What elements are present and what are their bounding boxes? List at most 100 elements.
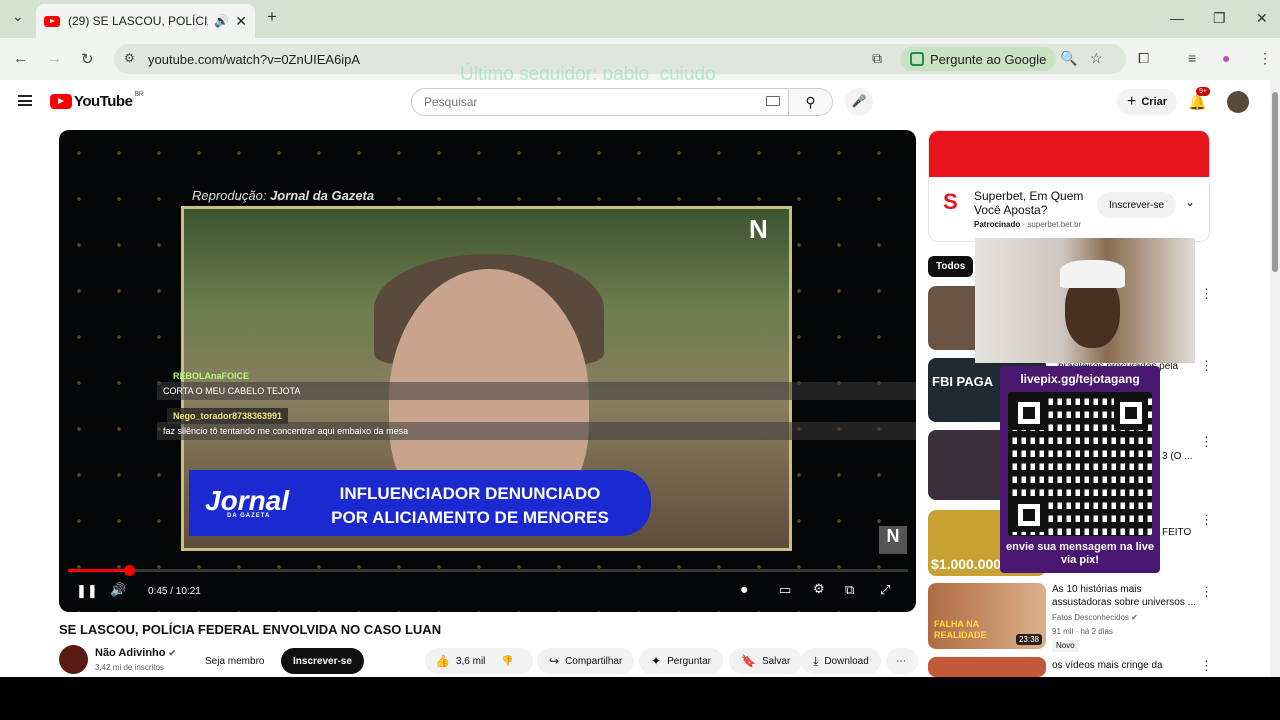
rec-more-icon[interactable]: ⋮ — [1200, 286, 1213, 302]
forward-icon[interactable]: → — [47, 50, 62, 67]
rec-more-icon[interactable]: ⋮ — [1200, 512, 1213, 528]
rec-title[interactable]: os vídeos mais cringe da — [1052, 659, 1197, 672]
chip-all[interactable]: Todos — [928, 256, 974, 277]
qr-caption: envie sua mensagem na live via pix! — [1006, 541, 1154, 566]
progress-bar[interactable] — [68, 565, 908, 576]
thumb-text: FBI PAGA — [932, 374, 994, 389]
thumbs-up-icon: 👍 — [435, 654, 450, 668]
qr-url: livepix.gg/tejotagang — [1020, 372, 1140, 386]
channel-watermark-small: N — [879, 526, 907, 554]
taskbar-area — [0, 677, 1280, 720]
rec-thumbnail[interactable]: FALHA NA REALIDADE 23:38 — [928, 583, 1046, 649]
channel-name[interactable]: Não Adivinho ✔ — [95, 647, 176, 659]
rec-title[interactable]: 3 (O ... — [1162, 450, 1202, 463]
streamer-cap — [1060, 260, 1125, 288]
audio-icon[interactable]: 🔊 — [214, 14, 229, 28]
like-button[interactable]: 👍 3,6 mil 👎 — [425, 648, 533, 674]
new-tab-icon[interactable]: + — [267, 7, 277, 27]
install-icon[interactable]: ⧉ — [872, 50, 882, 67]
youtube-play-icon — [50, 94, 72, 109]
youtube-logo[interactable]: YouTube BR — [50, 91, 144, 110]
pause-icon[interactable]: ❚❚ — [76, 583, 98, 599]
rec-title[interactable]: FEITO — [1162, 526, 1202, 539]
ad-subscribe-button[interactable]: Inscrever-se — [1097, 192, 1177, 218]
rec-more-icon[interactable]: ⋮ — [1200, 434, 1213, 450]
notification-badge: 9+ — [1196, 87, 1210, 96]
search-input[interactable]: Pesquisar — [411, 88, 789, 116]
search-icon: ⚲ — [805, 94, 816, 110]
ask-google-button[interactable]: Pergunte ao Google — [900, 47, 1057, 71]
chat-message: faz silêncio tô tentando me concentrar a… — [157, 422, 916, 440]
rec-title[interactable]: As 10 histórias mais assustadoras sobre … — [1052, 583, 1197, 609]
profile-icon[interactable]: ● — [1222, 50, 1230, 66]
thumb-text: FALHA NA REALIDADE — [934, 619, 987, 640]
back-icon[interactable]: ← — [13, 50, 28, 67]
progress-fill — [68, 569, 130, 572]
search-button[interactable]: ⚲ — [789, 88, 833, 116]
time-display: 0:45 / 10:21 — [148, 586, 201, 597]
keyboard-icon[interactable] — [766, 96, 780, 106]
browser-tab-bar: ⌄ (29) SE LASCOU, POLÍCIA FE 🔊 ✕ + — ❐ ✕ — [0, 0, 1280, 38]
rec-more-icon[interactable]: ⋮ — [1200, 658, 1213, 674]
rec-thumbnail[interactable] — [928, 657, 1046, 677]
join-button[interactable]: Seja membro — [193, 648, 277, 674]
search-placeholder: Pesquisar — [424, 95, 478, 109]
sponsored-ad[interactable]: S Superbet, Em Quem Você Aposta? Patroci… — [928, 130, 1210, 242]
menu-icon[interactable]: ⋮ — [1258, 50, 1272, 67]
hamburger-icon[interactable] — [18, 95, 32, 106]
channel-avatar[interactable] — [59, 645, 88, 674]
volume-icon[interactable]: 🔊 — [110, 582, 126, 598]
plus-icon: + — [1127, 93, 1137, 110]
bookmark-star-icon[interactable]: ☆ — [1090, 50, 1103, 67]
media-icon[interactable]: ≡ — [1188, 50, 1196, 66]
fullscreen-icon[interactable]: ⤢ — [880, 582, 890, 598]
browser-tab[interactable]: (29) SE LASCOU, POLÍCIA FE 🔊 ✕ — [36, 4, 255, 38]
more-actions-icon[interactable]: ⋯ — [886, 648, 918, 674]
watch-page: Reprodução: Jornal da Gazeta N N Jornal D… — [0, 124, 1280, 677]
rec-more-icon[interactable]: ⋮ — [1200, 358, 1213, 374]
window-close-icon[interactable]: ✕ — [1256, 10, 1268, 27]
create-button[interactable]: + Criar — [1117, 89, 1178, 115]
minimize-icon[interactable]: — — [1170, 10, 1184, 26]
subtitles-icon[interactable]: ▭ — [779, 582, 791, 598]
ad-title: Superbet, Em Quem Você Aposta? — [974, 189, 1084, 217]
share-button[interactable]: ↪ Compartilhar — [537, 648, 635, 674]
verified-icon: ✔ — [168, 648, 177, 658]
subscriber-count: 3,42 mi de inscritos — [95, 663, 164, 672]
notifications-icon[interactable]: 🔔 9+ — [1188, 87, 1210, 111]
account-avatar[interactable] — [1227, 91, 1249, 113]
maximize-icon[interactable]: ❐ — [1213, 10, 1226, 27]
autoplay-toggle-icon[interactable]: ⏺ — [741, 582, 748, 598]
miniplayer-icon[interactable]: ⧉ — [845, 582, 854, 598]
site-info-icon[interactable]: ⚙ — [124, 51, 135, 65]
qr-code-icon — [1008, 392, 1152, 536]
youtube-favicon-icon — [44, 15, 60, 27]
bookmark-icon: 🔖 — [741, 654, 756, 668]
ask-button[interactable]: ✦ Perguntar — [639, 648, 723, 674]
chevron-down-icon[interactable]: ⌄ — [1185, 195, 1195, 209]
voice-search-icon[interactable]: 🎤 — [845, 88, 873, 116]
thumb-text: $1.000.000 — [931, 556, 1002, 572]
ask-google-label: Pergunte ao Google — [930, 51, 1047, 67]
scrollbar-thumb[interactable] — [1272, 92, 1278, 272]
zoom-icon[interactable]: 🔍 — [1060, 50, 1077, 67]
save-button[interactable]: 🔖 Salvar — [729, 648, 803, 674]
video-player[interactable]: Reprodução: Jornal da Gazeta N N Jornal D… — [59, 130, 916, 612]
url-text[interactable]: youtube.com/watch?v=0ZnUIEA6ipA — [148, 52, 360, 67]
create-label: Criar — [1141, 96, 1168, 108]
subscribe-button[interactable]: Inscrever-se — [281, 648, 364, 674]
ask-label: Perguntar — [667, 655, 711, 667]
thumbs-down-icon[interactable]: 👎 — [501, 656, 513, 667]
channel-watermark: N — [749, 214, 768, 244]
settings-icon[interactable]: ⚙ — [813, 581, 825, 597]
download-icon: ⤓ — [813, 653, 819, 668]
share-label: Compartilhar — [565, 655, 623, 667]
extensions-icon[interactable]: ⧠ — [1138, 50, 1149, 67]
reload-icon[interactable]: ↻ — [81, 50, 94, 68]
rec-more-icon[interactable]: ⋮ — [1200, 584, 1213, 600]
close-tab-icon[interactable]: ✕ — [235, 13, 247, 30]
tab-search-icon[interactable]: ⌄ — [12, 8, 24, 25]
download-button[interactable]: ⤓ Download — [801, 648, 881, 674]
page-scrollbar[interactable] — [1270, 80, 1280, 677]
download-label: Download — [824, 655, 869, 667]
